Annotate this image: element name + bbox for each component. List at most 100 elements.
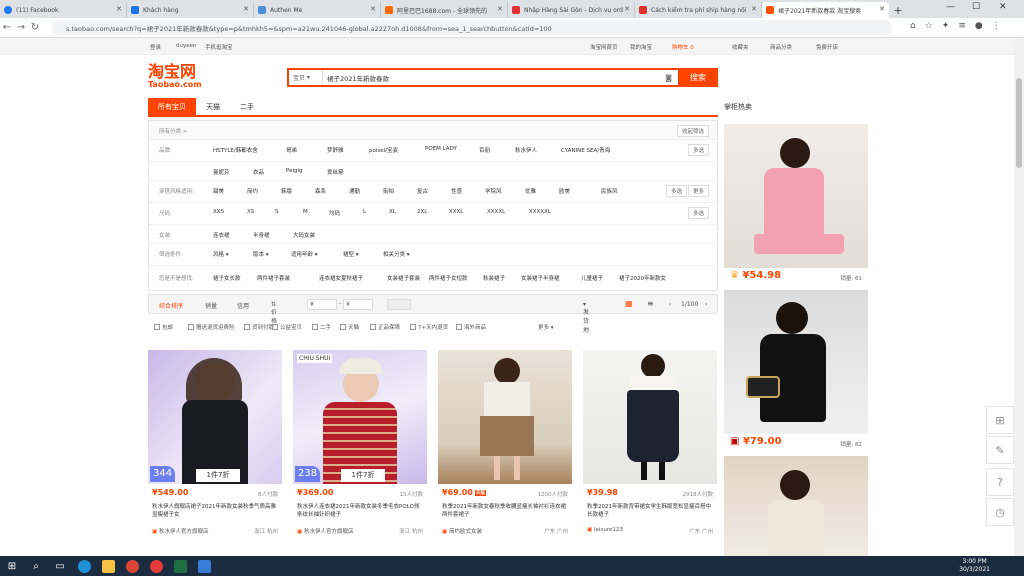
filter-size-option[interactable]: XL xyxy=(389,209,396,215)
suggestion-link[interactable]: 连衣裙女夏秋裙子 xyxy=(319,274,363,282)
file-explorer-icon[interactable] xyxy=(96,556,120,576)
filter-size-option[interactable]: 2XL xyxy=(417,209,427,215)
filter-style-option[interactable]: 韩版 xyxy=(281,187,292,195)
filter-brand-option[interactable]: 秋水伊人 xyxy=(515,146,537,154)
login-link[interactable]: 登录 xyxy=(150,43,161,51)
more-options-button[interactable]: 更多 xyxy=(687,185,709,197)
filter-brand-option[interactable]: 百丽 xyxy=(479,146,490,154)
categories-link[interactable]: 商品分类 xyxy=(770,43,792,51)
reading-list-icon[interactable]: ≡ xyxy=(958,21,966,31)
multi-select-button[interactable]: 多选 xyxy=(687,207,709,219)
sort-sales[interactable]: 销量 xyxy=(205,301,217,310)
sidebar-ad-card[interactable]: ▣ ¥79.00 销量: 82 xyxy=(724,290,868,450)
search-icon[interactable]: ⌕ xyxy=(24,556,48,576)
browser-tab[interactable]: (11) Facebook ✕ xyxy=(0,2,127,18)
close-tab-icon[interactable]: ✕ xyxy=(879,5,885,13)
edit-icon[interactable]: ✎ xyxy=(986,436,1014,464)
filter-condition-dropdown[interactable]: 裙型 ▾ xyxy=(343,250,359,258)
checkbox-return-insurance[interactable]: 赠送退货运费险 xyxy=(188,323,235,331)
chrome-icon[interactable] xyxy=(120,556,144,576)
edge-icon[interactable] xyxy=(72,556,96,576)
windows-start-icon[interactable]: ⊞ xyxy=(0,556,24,576)
shop-link[interactable]: ▣ 秋水伊人官方旗舰店 xyxy=(297,527,353,535)
filter-size-option[interactable]: S xyxy=(275,209,279,215)
multi-select-button[interactable]: 多选 xyxy=(665,185,687,197)
scrollbar-thumb[interactable] xyxy=(1016,78,1022,168)
translate-icon[interactable]: ⌂ xyxy=(910,21,916,31)
multi-select-button[interactable]: 多选 xyxy=(687,144,709,156)
tab-second-hand[interactable]: 二手 xyxy=(230,98,264,116)
filter-brand-option[interactable]: 梦舒雅 xyxy=(327,146,344,154)
ship-from-dropdown[interactable]: 发货地 ▾ xyxy=(583,301,589,334)
collapse-filters-button[interactable]: 收起筛选 xyxy=(676,125,709,137)
suggestion-link[interactable]: 两件裙子女短款 xyxy=(429,274,468,282)
filter-size-option[interactable]: XXXL xyxy=(449,209,463,215)
menu-dots-icon[interactable]: ⋮ xyxy=(992,21,1001,31)
filter-brand-option[interactable]: poisel/宝姿 xyxy=(369,146,398,154)
page-scrollbar[interactable] xyxy=(1014,38,1024,556)
mobile-link[interactable]: 手机逛淘宝 xyxy=(205,43,233,51)
my-taobao-link[interactable]: 我的淘宝 xyxy=(630,43,652,51)
price-min-input[interactable]: ¥ xyxy=(307,299,337,310)
star-icon[interactable]: ☆ xyxy=(925,21,933,31)
camera-icon[interactable]: ◙ xyxy=(665,74,678,82)
suggestion-link[interactable]: 裙子2020年新款女 xyxy=(619,274,666,282)
system-clock[interactable]: 3:00 PM 30/3/2021 xyxy=(959,558,990,574)
filter-style-option[interactable]: 学院风 xyxy=(485,187,502,195)
filter-size-option[interactable]: L xyxy=(363,209,366,215)
filter-brand-option[interactable]: 衣品 xyxy=(253,168,264,176)
browser-tab[interactable]: 阿里巴巴1688.com - 全球领先的 ✕ xyxy=(381,2,508,18)
filter-style-option[interactable]: 甜美 xyxy=(213,187,224,195)
shop-link[interactable]: ▣ Ieisure123 xyxy=(587,527,623,533)
suggestion-link[interactable]: 儿童裙子 xyxy=(581,274,603,282)
username-link[interactable]: duyeen xyxy=(176,43,197,49)
filter-style-option[interactable]: 简约 xyxy=(247,187,258,195)
filter-brand-option[interactable]: 哥弟 xyxy=(286,146,297,154)
filter-size-option[interactable]: M xyxy=(303,209,308,215)
product-title[interactable]: 秋水伊人连衣裙2021年新款女装冬季毛衣POLO领条纹长袖针织裙子 xyxy=(297,503,423,519)
cart-link[interactable]: 购物车 0 xyxy=(672,43,694,51)
browser-tab-active[interactable]: 裙子2021年新款春款 淘宝搜索 ✕ xyxy=(762,2,889,18)
filter-size-option[interactable]: XS xyxy=(247,209,254,215)
sort-price[interactable]: 价格 ⇅ xyxy=(271,301,277,325)
sort-credit[interactable]: 信用 xyxy=(237,301,249,310)
close-tab-icon[interactable]: ✕ xyxy=(116,5,122,13)
filter-brand-option[interactable]: CYANINE SEA/青海 xyxy=(561,146,610,154)
gift-icon[interactable]: ⊞ xyxy=(986,406,1014,434)
filter-brand-option[interactable]: POEM LADY xyxy=(425,146,457,152)
search-input[interactable]: 裙子2021年新款春款 xyxy=(323,73,665,83)
filter-brand-option[interactable]: Peigig xyxy=(286,168,303,174)
product-card[interactable]: ¥39.98 2918人付款 秋季2021年新款背带裙女学生韩版宽松显瘦百搭中长… xyxy=(583,350,717,556)
home-link[interactable]: 淘宝网首页 xyxy=(590,43,618,51)
prev-page-icon[interactable]: ‹ xyxy=(669,301,671,308)
product-card[interactable]: 344 1件7折 ¥549.00 8人付款 秋水伊人旗舰店裙子2021年新款女装… xyxy=(148,350,282,556)
back-arrow-icon[interactable]: ← xyxy=(0,22,14,33)
filter-size-option[interactable]: 均码 xyxy=(329,209,340,217)
new-tab-button[interactable]: + xyxy=(889,2,907,18)
checkbox-genuine[interactable]: 正品保障 xyxy=(370,323,400,331)
close-tab-icon[interactable]: ✕ xyxy=(370,5,376,13)
browser-tab[interactable]: Authen Me ✕ xyxy=(254,2,381,18)
suggestion-link[interactable]: 秋装裙子 xyxy=(483,274,505,282)
ad-image[interactable] xyxy=(724,456,868,556)
suggestion-link[interactable]: 两件裙子套装 xyxy=(257,274,290,282)
filter-style-option[interactable]: 通勤 xyxy=(349,187,360,195)
shop-link[interactable]: ▣ 简约欧式女装 xyxy=(442,527,482,535)
more-checkboxes-dropdown[interactable]: 更多 ▾ xyxy=(538,323,554,331)
forward-arrow-icon[interactable]: → xyxy=(14,22,28,33)
url-field[interactable]: s.taobao.com/search?q=裙子2021年新款春款&type=p… xyxy=(52,20,892,35)
filter-size-option[interactable]: XXS xyxy=(213,209,224,215)
price-confirm-button[interactable] xyxy=(387,299,411,310)
close-tab-icon[interactable]: ✕ xyxy=(751,5,757,13)
filter-brand-option[interactable]: 爱丝黛 xyxy=(327,168,344,176)
browser-tab[interactable]: Nhập Hàng Sài Gòn - Dịch vụ ord ✕ xyxy=(508,2,635,18)
profile-avatar-icon[interactable]: ● xyxy=(975,21,983,31)
browser-tab[interactable]: Khách hàng ✕ xyxy=(127,2,254,18)
product-card[interactable]: ¥69.00 天猫 1200人付款 秋季2021年新款女春秋季收腰显瘦长袖衬衫连衣… xyxy=(438,350,572,556)
next-page-icon[interactable]: › xyxy=(705,301,707,308)
filter-category-option[interactable]: 连衣裙 xyxy=(213,231,230,239)
tab-tmall[interactable]: 天猫 xyxy=(196,98,230,116)
filter-style-option[interactable]: 复古 xyxy=(417,187,428,195)
filter-style-option[interactable]: 街拍 xyxy=(383,187,394,195)
ad-image[interactable] xyxy=(724,124,868,268)
